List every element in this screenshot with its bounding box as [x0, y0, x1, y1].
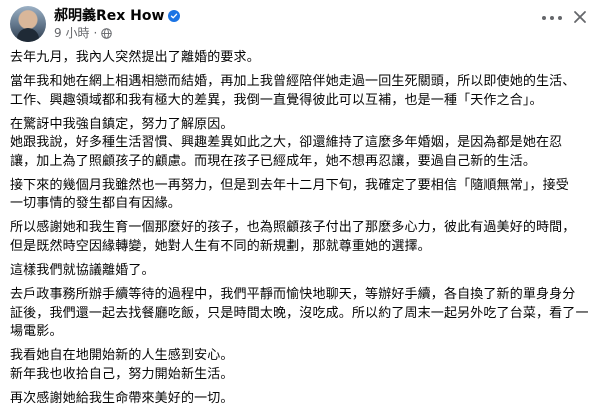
post-header: 郝明義Rex How 9 小時 · — [10, 6, 590, 42]
time-separator: · — [93, 25, 98, 40]
post-paragraph: 這樣我們就協議離婚了。 — [10, 262, 155, 278]
post-paragraph: 去戶政事務所辦手續等待的過程中，我們平靜而愉快地聊天，等辦好手續，各自換了新的單… — [10, 287, 589, 340]
post-timestamp[interactable]: 9 小時 — [54, 26, 89, 41]
post-paragraph: 再次感謝她給我生命帶來美好的一切。 — [10, 390, 234, 406]
author-row: 郝明義Rex How — [54, 8, 181, 25]
more-options-icon[interactable] — [542, 12, 562, 24]
globe-icon — [101, 27, 113, 39]
post-paragraph: 接下來的幾個月我雖然也一再努力，但是到去年十二月下旬，我確定了要相信「隨順無常」… — [10, 177, 569, 212]
verified-badge-icon — [168, 10, 181, 22]
post-paragraph: 我看她自在地開始新的人生感到安心。 新年我也收拾自己，努力開始新生活。 — [10, 348, 234, 382]
post-paragraph: 所以感謝她和我生育一個那麼好的孩子，也為照顧孩子付出了那麼多心力，彼此有過美好的… — [10, 220, 576, 254]
author-avatar[interactable] — [10, 6, 46, 42]
author-name[interactable]: 郝明義Rex How — [54, 8, 164, 25]
post-paragraph: 去年九月，我內人突然提出了離婚的要求。 — [10, 50, 260, 65]
post-paragraph: 當年我和她在網上相遇相戀而結婚，再加上我曾經陪伴她走過一回生死關頭，所以即使她的… — [10, 74, 576, 108]
post-time-row: 9 小時 · — [54, 26, 180, 41]
post-meta: 郝明義Rex How 9 小時 · — [54, 8, 181, 41]
close-icon[interactable] — [572, 9, 588, 25]
facebook-post: 郝明義Rex How 9 小時 · 去年九月，我內人突然提出了離婚的要求。 當年… — [0, 0, 600, 412]
post-body: 去年九月，我內人突然提出了離婚的要求。 當年我和她在網上相遇相戀而結婚，再加上我… — [10, 49, 590, 408]
post-paragraph: 在驚訝中我強自鎮定，努力了解原因。 她跟我說，好多種生活習慣、興趣差異如此之大，… — [10, 116, 563, 169]
